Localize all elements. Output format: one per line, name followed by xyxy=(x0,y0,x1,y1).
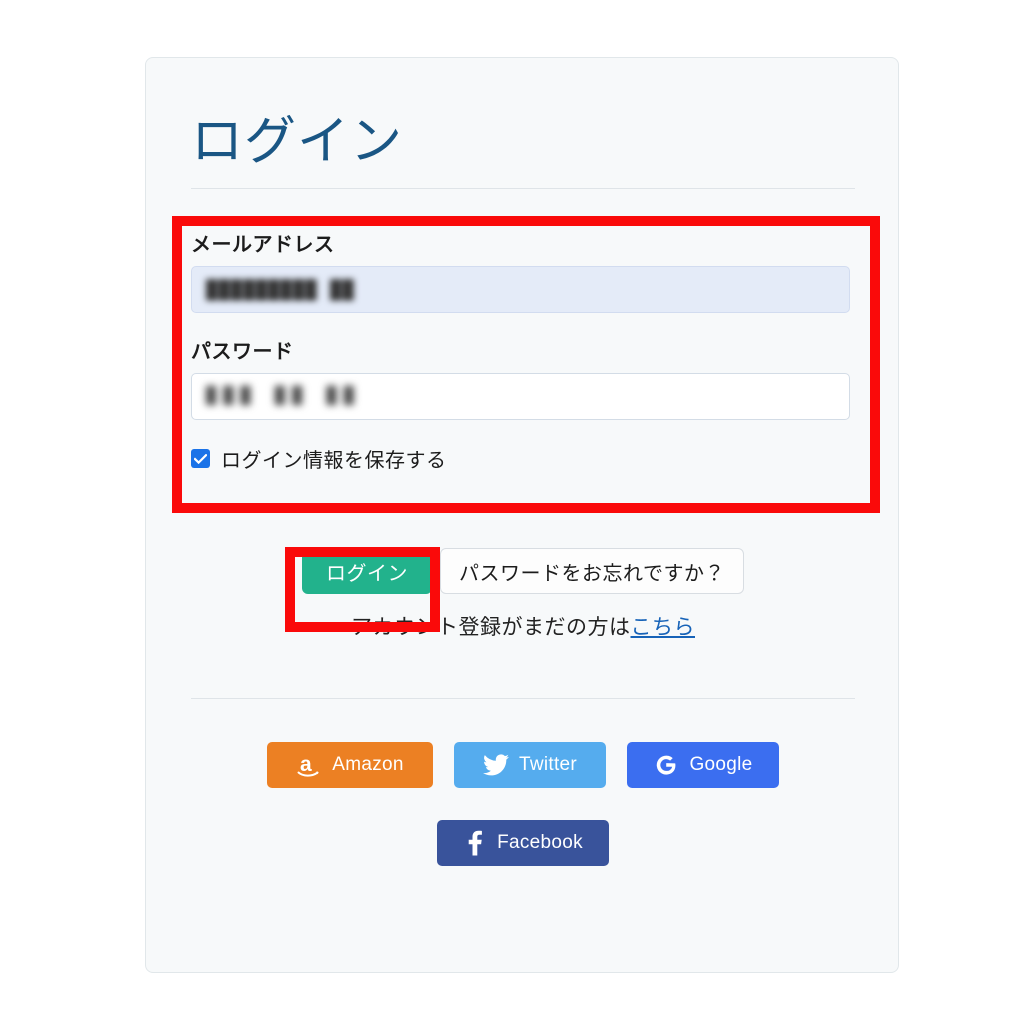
password-label: パスワード xyxy=(191,341,294,363)
social-login-row-1: a Amazon Twitter Google xyxy=(191,742,855,788)
facebook-label: Facebook xyxy=(497,832,583,853)
twitter-icon xyxy=(482,754,509,776)
social-divider xyxy=(191,698,855,699)
title-divider xyxy=(191,188,855,189)
login-card-content: ログイン メールアドレス █████████ ██ パスワード ███ ██ █… xyxy=(191,58,855,972)
google-icon xyxy=(653,752,679,778)
login-button[interactable]: ログイン xyxy=(302,548,433,594)
page-title: ログイン xyxy=(191,113,404,171)
login-page: ログイン メールアドレス █████████ ██ パスワード ███ ██ █… xyxy=(0,0,1024,1021)
register-link[interactable]: こちら xyxy=(631,616,696,639)
password-value: ███ ██ ██ xyxy=(206,387,361,406)
remember-me-row[interactable]: ログイン情報を保存する xyxy=(191,444,855,473)
credentials-form: メールアドレス █████████ ██ パスワード ███ ██ ██ ログイ… xyxy=(191,228,855,473)
facebook-login-button[interactable]: Facebook xyxy=(437,820,609,866)
social-login-row-2: Facebook xyxy=(191,820,855,866)
google-login-button[interactable]: Google xyxy=(627,742,779,788)
twitter-label: Twitter xyxy=(518,754,578,775)
twitter-login-button[interactable]: Twitter xyxy=(454,742,606,788)
google-label: Google xyxy=(689,754,753,775)
amazon-label: Amazon xyxy=(332,754,404,775)
field-spacer xyxy=(191,313,855,335)
login-card: ログイン メールアドレス █████████ ██ パスワード ███ ██ █… xyxy=(145,57,899,973)
password-input[interactable]: ███ ██ ██ xyxy=(191,373,850,420)
email-value: █████████ ██ xyxy=(206,278,355,301)
action-row: ログイン パスワードをお忘れですか？ xyxy=(191,548,855,594)
facebook-icon xyxy=(463,830,487,856)
register-prompt: アカウント登録がまだの方はこちら xyxy=(191,611,855,641)
register-prompt-text: アカウント登録がまだの方は xyxy=(351,616,631,639)
remember-me-label: ログイン情報を保存する xyxy=(221,450,447,472)
forgot-password-button[interactable]: パスワードをお忘れですか？ xyxy=(440,548,744,594)
svg-text:a: a xyxy=(300,753,312,776)
amazon-icon: a xyxy=(296,752,322,779)
email-label: メールアドレス xyxy=(191,234,335,256)
email-input[interactable]: █████████ ██ xyxy=(191,266,850,313)
amazon-login-button[interactable]: a Amazon xyxy=(267,742,433,788)
remember-me-checkbox[interactable] xyxy=(191,449,210,468)
